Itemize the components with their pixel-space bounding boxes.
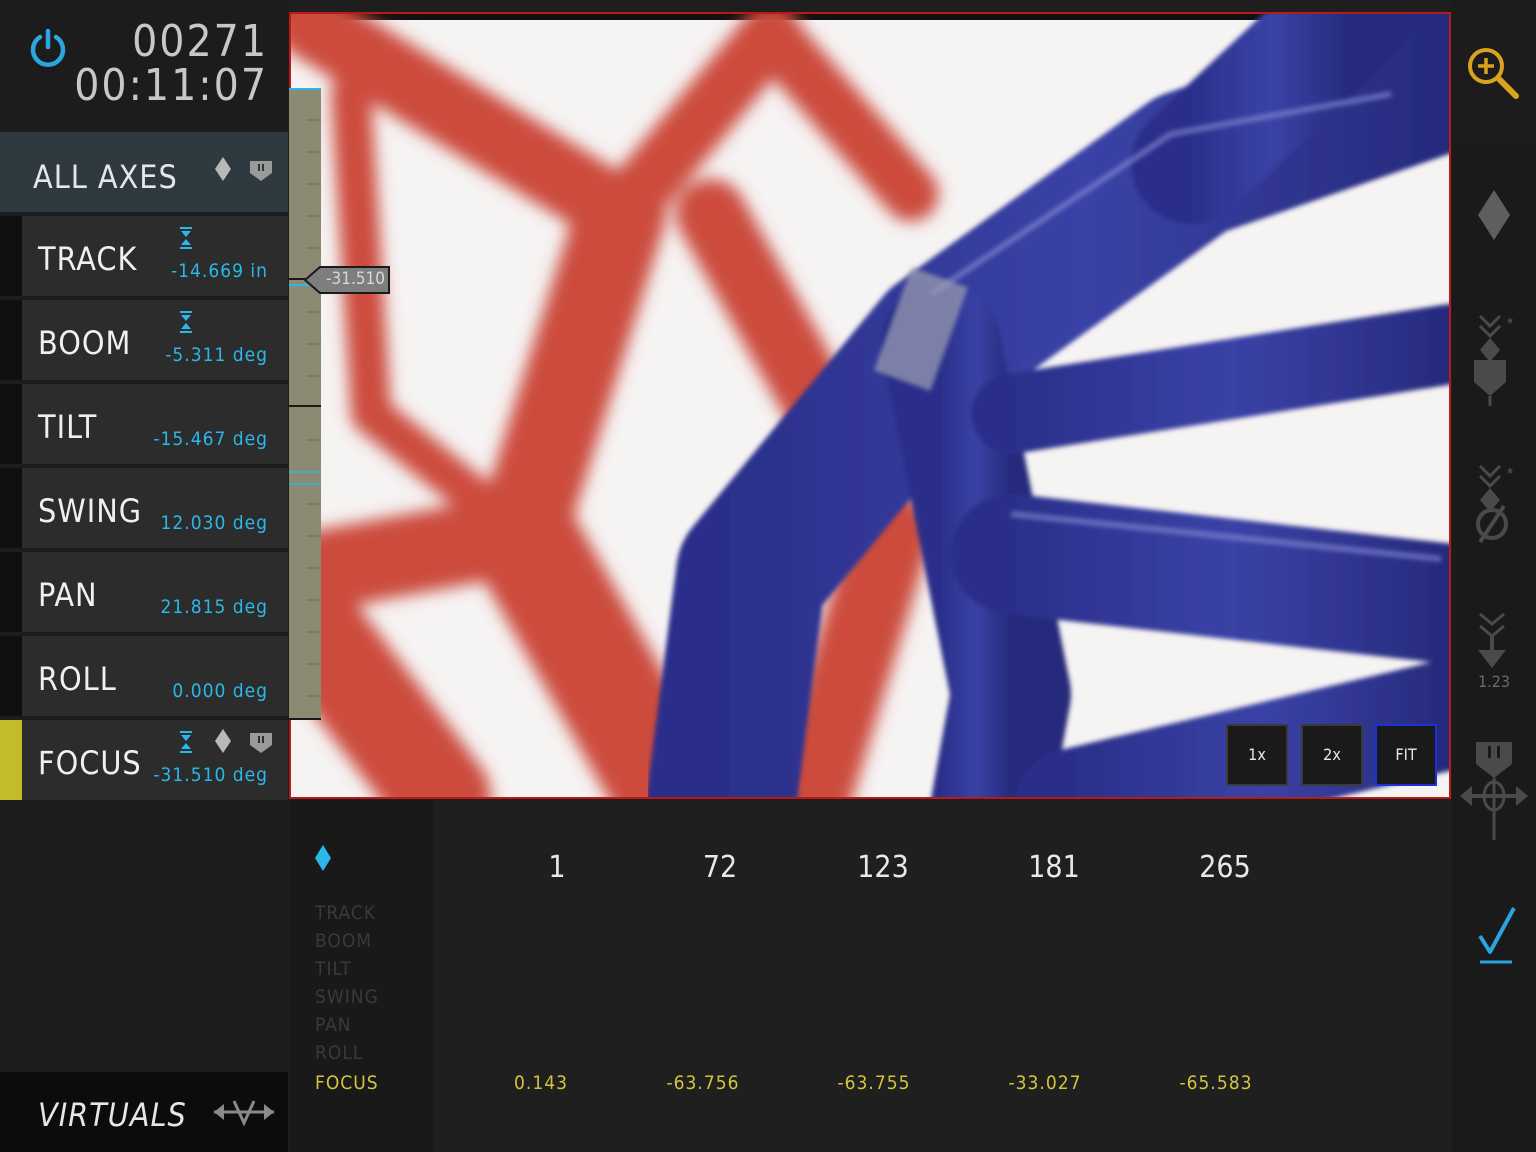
set-marker-icon[interactable]: ★ <box>1470 312 1518 408</box>
marker-move-icon[interactable] <box>1458 740 1530 842</box>
zoom-2x-button[interactable]: 2x <box>1301 724 1363 786</box>
keyframe-focus-value: -63.755 <box>837 1072 911 1094</box>
virtuals-label: VIRTUALS <box>38 1096 187 1134</box>
axis-value: -14.669 in <box>171 260 268 282</box>
keyframe-table: TRACK BOOM TILT SWING PAN ROLL FOCUS 1 7… <box>289 800 1451 1152</box>
power-icon[interactable] <box>28 28 68 68</box>
limits-icon[interactable] <box>178 310 194 334</box>
axis-panel: 00271 00:11:07 ALL AXES TRACK -14.669 in… <box>0 0 288 1152</box>
camera-viewport[interactable] <box>289 12 1451 799</box>
zoom-in-icon[interactable] <box>1464 44 1520 100</box>
axis-value: -5.311 deg <box>165 344 268 366</box>
axis-name: BOOM <box>38 324 132 362</box>
axis-name: FOCUS <box>38 744 142 782</box>
axis-row-tilt[interactable]: TILT -15.467 deg <box>0 384 288 464</box>
axis-name: ROLL <box>38 660 117 698</box>
axis-row-roll[interactable]: ROLL 0.000 deg <box>0 636 288 716</box>
axis-value: 21.815 deg <box>160 596 268 618</box>
virtuals-button[interactable]: VIRTUALS <box>0 1072 288 1152</box>
axis-value: 0.000 deg <box>172 680 268 702</box>
add-keyframe-icon[interactable] <box>1476 188 1512 242</box>
zoom-fit-button[interactable]: FIT <box>1375 724 1437 786</box>
keyframe-axis-swing: SWING <box>315 986 379 1008</box>
axis-value: 12.030 deg <box>160 512 268 534</box>
keyframe-frame[interactable]: 265 <box>1199 850 1251 885</box>
svg-text:★: ★ <box>1506 466 1514 477</box>
keyframe-axis-track: TRACK <box>315 902 377 924</box>
zoom-1x-button[interactable]: 1x <box>1226 724 1288 786</box>
axis-value: -15.467 deg <box>153 428 268 450</box>
axis-value: -31.510 deg <box>153 764 268 786</box>
tool-panel: ★ ★ 1.23 <box>1452 0 1536 1152</box>
axis-row-boom[interactable]: BOOM -5.311 deg <box>0 300 288 380</box>
axis-name: TRACK <box>38 240 138 278</box>
keyframe-axis-roll: ROLL <box>315 1042 364 1064</box>
keyframe-focus-value: 0.143 <box>514 1072 568 1094</box>
virtual-axis-icon <box>214 1100 274 1126</box>
focus-scale-slider[interactable] <box>289 88 321 720</box>
keyframe-focus-value: -65.583 <box>1179 1072 1253 1094</box>
keyframe-diamond-icon[interactable] <box>314 844 332 872</box>
keyframe-focus-value: -63.756 <box>666 1072 740 1094</box>
axis-row-focus[interactable]: FOCUS -31.510 deg <box>0 720 288 800</box>
scale-ticks <box>289 88 321 720</box>
keyframe-focus-value: -33.027 <box>1008 1072 1082 1094</box>
clear-marker-icon[interactable]: ★ <box>1470 462 1518 548</box>
limits-icon[interactable] <box>178 730 194 754</box>
step-move-icon[interactable] <box>1472 610 1516 672</box>
scale-readout: -31.510 <box>304 266 390 294</box>
marker-icon[interactable] <box>249 732 273 754</box>
frame-counter: 00271 <box>132 16 268 67</box>
marker-icon[interactable] <box>249 160 273 182</box>
limits-icon[interactable] <box>178 226 194 250</box>
axis-row-track[interactable]: TRACK -14.669 in <box>0 216 288 296</box>
keyframe-frame[interactable]: 123 <box>857 850 909 885</box>
keyframe-frame[interactable]: 1 <box>548 850 565 885</box>
axis-row-swing[interactable]: SWING 12.030 deg <box>0 468 288 548</box>
keyframe-axis-pan: PAN <box>315 1014 352 1036</box>
keyframe-frame[interactable]: 181 <box>1028 850 1080 885</box>
time-counter: 00:11:07 <box>74 60 268 111</box>
axis-name: PAN <box>38 576 98 614</box>
keyframe-diamond-icon[interactable] <box>214 728 232 754</box>
camera-image <box>291 14 1449 797</box>
svg-text:★: ★ <box>1506 316 1514 327</box>
keyframe-axis-focus: FOCUS <box>315 1072 379 1094</box>
axis-row-pan[interactable]: PAN 21.815 deg <box>0 552 288 632</box>
confirm-check-icon[interactable] <box>1474 904 1518 966</box>
keyframe-diamond-icon[interactable] <box>214 156 232 182</box>
keyframe-axis-boom: BOOM <box>315 930 373 952</box>
timecode-counter: 00271 00:11:07 <box>74 20 268 108</box>
keyframe-axis-tilt: TILT <box>315 958 352 980</box>
step-label: 1.23 <box>1477 672 1511 691</box>
scale-readout-value: -31.510 <box>326 269 386 289</box>
axis-name: SWING <box>38 492 143 530</box>
all-axes-row[interactable]: ALL AXES <box>0 132 288 212</box>
all-axes-label: ALL AXES <box>33 158 178 196</box>
keyframe-frame[interactable]: 72 <box>703 850 737 885</box>
keyframe-axis-names: TRACK BOOM TILT SWING PAN ROLL FOCUS <box>289 800 433 1152</box>
axis-name: TILT <box>38 408 98 446</box>
